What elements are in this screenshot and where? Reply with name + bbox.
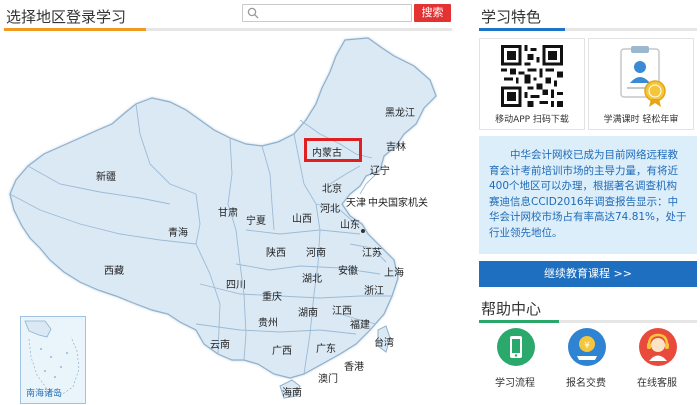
province-shandong[interactable]: 山东 xyxy=(340,216,360,231)
continue-education-button[interactable]: 继续教育课程 >> xyxy=(479,261,697,287)
intro-text: 中华会计网校已成为目前网络远程教育会计考前培训市场的主导力量，有将近400个地区… xyxy=(489,149,687,239)
search-icon xyxy=(247,7,259,19)
search-box xyxy=(242,4,412,25)
svg-text:¥: ¥ xyxy=(584,341,590,351)
qr-code-icon xyxy=(501,45,563,107)
region-title: 选择地区登录学习 xyxy=(6,8,127,26)
features-title: 学习特色 xyxy=(481,8,542,26)
province-tianjin[interactable]: 天津 xyxy=(346,194,366,209)
page: 选择地区登录学习 搜索 黑龙江 吉林 内蒙古 辽宁 新疆 北京 天津 河北 甘肃… xyxy=(0,0,700,405)
province-hubei[interactable]: 湖北 xyxy=(302,270,322,285)
province-gansu[interactable]: 甘肃 xyxy=(218,204,238,219)
province-liaoning[interactable]: 辽宁 xyxy=(370,162,390,177)
certificate-icon xyxy=(620,46,666,107)
capital-dot xyxy=(361,229,365,233)
intro-panel: 中华会计网校已成为目前网络远程教育会计考前培训市场的主导力量，有将近400个地区… xyxy=(479,136,697,254)
province-inner-mongolia[interactable]: 内蒙古 xyxy=(312,144,342,159)
province-fujian[interactable]: 福建 xyxy=(350,316,370,331)
customer-service-icon xyxy=(639,328,677,366)
learning-process-icon xyxy=(497,328,535,366)
region-macau[interactable]: 澳门 xyxy=(318,370,338,385)
province-guangdong[interactable]: 广东 xyxy=(316,340,336,355)
province-hunan[interactable]: 湖南 xyxy=(298,304,318,319)
feature-app-caption: 移动APP 扫码下载 xyxy=(495,115,569,125)
province-qinghai[interactable]: 青海 xyxy=(168,224,188,239)
province-jiangsu[interactable]: 江苏 xyxy=(362,244,382,259)
region-hong-kong[interactable]: 香港 xyxy=(344,358,364,373)
help-label-payment: 报名交费 xyxy=(566,378,606,389)
help-learning-process[interactable]: 学习流程 xyxy=(480,326,550,396)
province-henan[interactable]: 河南 xyxy=(306,244,326,259)
feature-review-caption: 学满课时 轻松年审 xyxy=(603,115,679,125)
search-button[interactable]: 搜索 xyxy=(414,4,451,22)
header-divider-accent xyxy=(4,28,146,31)
province-guangxi[interactable]: 广西 xyxy=(272,342,292,357)
province-xinjiang[interactable]: 新疆 xyxy=(96,168,116,183)
province-guizhou[interactable]: 贵州 xyxy=(258,314,278,329)
province-beijing[interactable]: 北京 xyxy=(322,180,342,195)
province-zhejiang[interactable]: 浙江 xyxy=(364,282,384,297)
features-divider-accent xyxy=(479,28,565,31)
help-registration-payment[interactable]: ¥ 报名交费 xyxy=(551,326,621,396)
inset-label: 南海诸岛 xyxy=(26,389,63,399)
province-shaanxi[interactable]: 陕西 xyxy=(266,244,286,259)
province-shanghai[interactable]: 上海 xyxy=(384,264,404,279)
province-sichuan[interactable]: 四川 xyxy=(226,276,246,291)
province-taiwan[interactable]: 台湾 xyxy=(374,334,394,349)
china-map: 黑龙江 吉林 内蒙古 辽宁 新疆 北京 天津 河北 甘肃 宁夏 山西 山东 中央… xyxy=(0,34,456,405)
help-divider-accent xyxy=(479,320,559,323)
help-title: 帮助中心 xyxy=(481,300,542,318)
province-hebei[interactable]: 河北 xyxy=(320,200,340,215)
province-heilongjiang[interactable]: 黑龙江 xyxy=(385,104,415,119)
province-yunnan[interactable]: 云南 xyxy=(210,336,230,351)
search-input[interactable] xyxy=(243,9,411,25)
province-xizang[interactable]: 西藏 xyxy=(104,262,124,277)
central-government-agencies[interactable]: 中央国家机关 xyxy=(368,194,428,209)
help-label-service: 在线客服 xyxy=(637,378,677,389)
province-ningxia[interactable]: 宁夏 xyxy=(246,212,266,227)
province-anhui[interactable]: 安徽 xyxy=(338,262,358,277)
province-hainan[interactable]: 海南 xyxy=(282,384,302,399)
province-jiangxi[interactable]: 江西 xyxy=(332,302,352,317)
feature-app-download[interactable]: 移动APP 扫码下载 xyxy=(479,38,585,130)
province-jilin[interactable]: 吉林 xyxy=(386,138,406,153)
feature-annual-review[interactable]: 学满课时 轻松年审 xyxy=(588,38,694,130)
help-online-service[interactable]: 在线客服 xyxy=(622,326,692,396)
help-label-learning: 学习流程 xyxy=(495,378,535,389)
payment-icon: ¥ xyxy=(568,328,606,366)
province-shanxi[interactable]: 山西 xyxy=(292,210,312,225)
province-chongqing[interactable]: 重庆 xyxy=(262,288,282,303)
